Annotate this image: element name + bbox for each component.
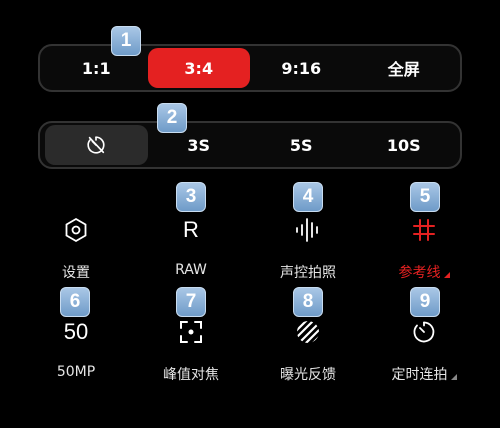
callout-badge-3: 3	[176, 182, 206, 212]
expand-corner-icon	[450, 374, 457, 380]
timer-burst-toggle[interactable]: 定时连拍	[374, 314, 474, 384]
settings-hexagon-icon	[65, 217, 87, 243]
exposure-stripes-icon	[297, 321, 319, 343]
raw-r-icon: R	[183, 217, 199, 242]
focus-peaking-label: 峰值对焦	[163, 367, 219, 383]
resolution-text-icon: 50	[63, 319, 89, 344]
voice-capture-label: 声控拍照	[280, 265, 336, 281]
timer-burst-icon	[413, 321, 435, 343]
resolution-button[interactable]: 50 50MP	[26, 314, 126, 380]
timer-off-icon	[87, 136, 105, 154]
exposure-feedback-toggle[interactable]: 曝光反馈	[258, 314, 358, 384]
timer-option-off[interactable]	[45, 125, 148, 165]
grid-lines-toggle[interactable]: 参考线	[374, 212, 474, 282]
timer-burst-label: 定时连拍	[392, 364, 457, 384]
callout-badge-9: 9	[410, 287, 440, 317]
callout-badge-2: 2	[157, 103, 187, 133]
timer-option-5s[interactable]: 5S	[250, 125, 353, 165]
settings-button[interactable]: 设置	[26, 212, 126, 282]
sound-wave-icon	[296, 218, 318, 242]
raw-label: RAW	[175, 262, 207, 278]
raw-toggle[interactable]: R RAW	[141, 212, 241, 278]
timer-selector: 3S 5S 10S	[38, 121, 462, 169]
aspect-ratio-selector: 1:1 3:4 9:16 全屏	[38, 44, 462, 92]
ratio-option-9-16[interactable]: 9:16	[250, 48, 353, 88]
settings-label: 设置	[62, 265, 90, 281]
expand-corner-icon	[443, 272, 450, 278]
callout-badge-8: 8	[293, 287, 323, 317]
resolution-label: 50MP	[56, 364, 96, 380]
callout-badge-7: 7	[176, 287, 206, 317]
callout-badge-4: 4	[293, 182, 323, 212]
exposure-feedback-label: 曝光反馈	[280, 367, 336, 383]
callout-badge-5: 5	[410, 182, 440, 212]
voice-capture-toggle[interactable]: 声控拍照	[258, 212, 358, 282]
focus-peaking-toggle[interactable]: 峰值对焦	[141, 314, 241, 384]
focus-peaking-icon	[180, 321, 202, 343]
callout-badge-1: 1	[111, 26, 141, 56]
timer-option-10s[interactable]: 10S	[353, 125, 456, 165]
grid-lines-label: 参考线	[399, 262, 450, 282]
callout-badge-6: 6	[60, 287, 90, 317]
ratio-option-3-4[interactable]: 3:4	[147, 48, 250, 88]
ratio-option-fullscreen[interactable]: 全屏	[353, 48, 456, 88]
grid-hash-icon	[413, 219, 435, 241]
